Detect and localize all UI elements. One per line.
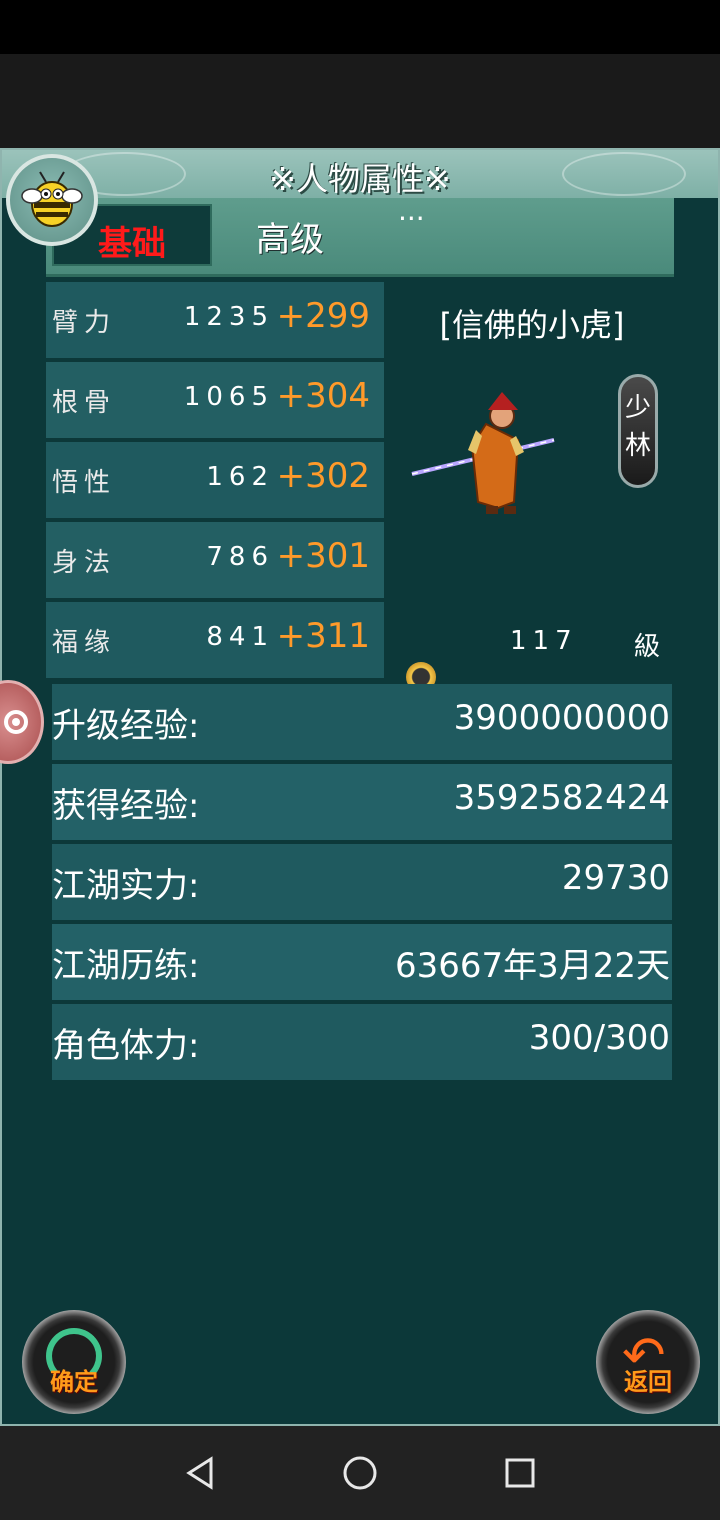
character-name: [信佛的小虎] [439,306,625,344]
info-value: 3592582424 [453,778,670,818]
info-row-stamina: 角色体力: 300/300 [52,1004,672,1084]
gear-button[interactable] [0,680,44,764]
attr-row-strength: 臂力 1235 +299 [46,282,384,362]
tab-more[interactable]: ··· [398,202,425,235]
gear-icon [4,710,28,734]
info-value: 63667年3月22天 [394,946,670,986]
nav-home-button[interactable] [320,1426,400,1520]
attr-label: 悟性 [52,468,117,498]
sect-badge: 少林 [618,374,658,488]
tab-bar: 基础 高级 ··· [46,198,674,277]
status-bar [0,0,720,54]
attr-value: 786 [206,542,274,572]
attr-label: 身法 [52,548,117,578]
nav-back-button[interactable] [160,1426,240,1520]
back-label: 返回 [624,1368,672,1396]
sect-label: 少林 [624,393,651,461]
attr-row-luck: 福缘 841 +311 [46,602,384,682]
panel-header: ※人物属性※ [2,150,718,198]
nav-back-icon [186,1456,213,1490]
attr-value: 841 [206,622,274,652]
nav-home-icon [343,1456,377,1490]
info-label: 升级经验: [52,706,200,746]
attr-value: 1065 [183,382,274,412]
info-label: 江湖实力: [52,866,200,906]
attr-bonus: +299 [276,296,370,336]
attr-value: 1235 [183,302,274,332]
info-row-next-exp: 升级经验: 3900000000 [52,684,672,764]
attr-label: 臂力 [52,308,117,338]
info-label: 江湖历练: [52,946,200,986]
attr-bonus: +304 [276,376,370,416]
bee-avatar-icon [21,171,83,227]
confirm-label: 确定 [50,1368,98,1396]
confirm-button[interactable]: 确定 [22,1310,126,1414]
attr-label: 根骨 [52,388,117,418]
game-panel: ※人物属性※ 基础 高级 ··· 臂力 1235 +299 根骨 1065 +3… [0,148,720,1426]
attr-row-agility: 身法 786 +301 [46,522,384,602]
info-value: 300/300 [528,1018,670,1058]
info-label: 角色体力: [52,1026,200,1066]
system-nav-bar [0,1426,720,1520]
character-sprite [411,392,555,514]
top-gap [0,54,720,148]
info-value: 29730 [561,858,670,898]
info-row-power: 江湖实力: 29730 [52,844,672,924]
avatar-button[interactable] [6,154,98,246]
info-label: 获得经验: [52,786,200,826]
attr-bonus: +311 [276,616,370,656]
nav-recents-icon [505,1458,535,1488]
info-row-experience-time: 江湖历练: 63667年3月22天 [52,924,672,1004]
attr-row-constitution: 根骨 1065 +304 [46,362,384,442]
back-button[interactable]: ↶ 返回 [596,1310,700,1414]
nav-recents-button[interactable] [480,1426,560,1520]
attr-bonus: +301 [276,536,370,576]
attr-label: 福缘 [52,628,117,658]
attr-value: 162 [206,462,274,492]
level-unit: 級 [634,632,661,662]
attr-row-comprehension: 悟性 162 +302 [46,442,384,522]
attr-bonus: +302 [276,456,370,496]
info-value: 3900000000 [453,698,670,738]
info-row-gained-exp: 获得经验: 3592582424 [52,764,672,844]
tab-advanced[interactable]: 高级 [256,212,324,261]
character-level: 117 [510,626,578,656]
page-title: ※人物属性※ [269,160,451,198]
